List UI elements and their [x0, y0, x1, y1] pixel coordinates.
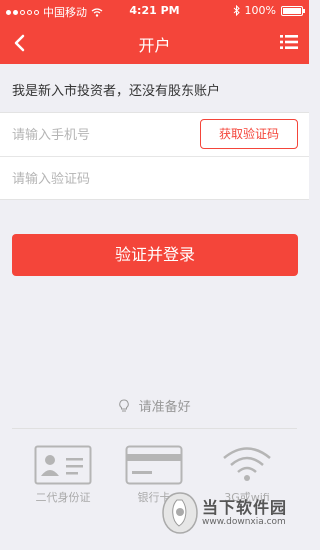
prepare-heading: 请准备好	[0, 396, 309, 415]
nav-bar: 开户	[0, 22, 309, 64]
section-divider	[12, 428, 297, 429]
watermark-url: www.downxia.com	[202, 517, 286, 527]
status-bar: 中国移动 4:21 PM 100%	[0, 0, 309, 22]
verify-login-button[interactable]: 验证并登录	[12, 234, 298, 276]
list-menu-icon[interactable]	[279, 32, 299, 52]
page-title: 开户	[138, 36, 171, 55]
lightbulb-icon	[119, 398, 130, 411]
battery-percent: 100%	[244, 4, 276, 17]
id-card-label: 二代身份证	[35, 491, 91, 504]
bank-card-icon	[125, 445, 183, 485]
battery-icon	[281, 5, 305, 16]
downxia-logo-icon	[162, 492, 198, 534]
verification-code-input[interactable]	[12, 167, 192, 191]
login-form: 获取验证码	[0, 112, 309, 200]
bluetooth-icon	[233, 5, 240, 16]
intro-text: 我是新入市投资者，还没有股东账户	[12, 84, 221, 99]
wifi-icon	[223, 447, 271, 481]
status-right: 100%	[233, 4, 305, 17]
id-card-icon	[34, 445, 92, 485]
code-row	[0, 157, 309, 201]
prepare-label: 请准备好	[138, 400, 191, 415]
phone-row: 获取验证码	[0, 113, 309, 157]
watermark-name: 当下软件园	[202, 498, 288, 517]
get-code-button[interactable]: 获取验证码	[200, 119, 298, 149]
phone-input[interactable]	[12, 123, 192, 147]
prepare-item-id-card: 二代身份证	[23, 445, 103, 505]
watermark: 当下软件园 www.downxia.com	[160, 490, 300, 538]
